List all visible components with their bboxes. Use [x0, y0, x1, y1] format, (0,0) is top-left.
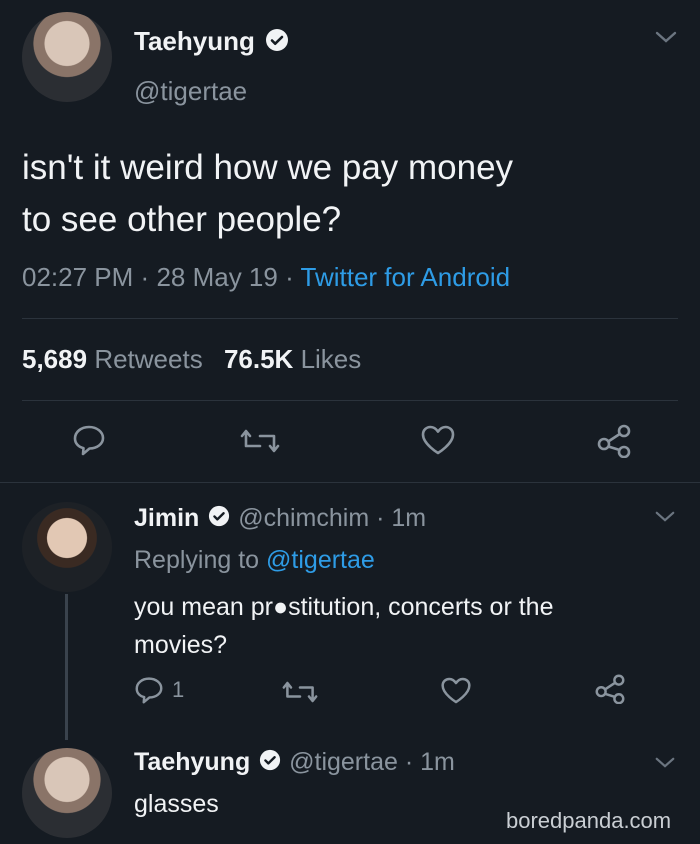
avatar-taehyung[interactable] [22, 12, 112, 102]
reply-count: 1 [172, 677, 185, 702]
verified-badge-icon [265, 28, 289, 57]
meta-separator: · [285, 262, 294, 292]
author-name[interactable]: Taehyung [134, 26, 255, 56]
divider [0, 482, 700, 483]
likes-label: Likes [300, 344, 362, 374]
tweet-source-link[interactable]: Twitter for Android [301, 262, 511, 292]
divider [22, 400, 678, 401]
author-handle-time[interactable]: @tigertae · 1m [289, 748, 455, 776]
tweet-date: 28 May 19 [156, 262, 278, 292]
author-name[interactable]: Jimin [134, 504, 199, 532]
likes-count: 76.5K [223, 344, 294, 374]
author-handle-time[interactable]: @chimchim · 1m [238, 504, 426, 532]
divider [22, 318, 678, 319]
author-handle[interactable]: @tigertae [134, 76, 247, 107]
reply-header: Jimin @chimchim · 1m [134, 504, 426, 535]
chevron-down-icon[interactable] [654, 30, 678, 44]
retweets-count: 5,689 [22, 344, 88, 374]
chevron-down-icon[interactable] [654, 510, 676, 523]
tweet-stats: 5,689 Retweets 76.5K Likes [22, 344, 361, 375]
like-heart-icon[interactable] [420, 424, 456, 456]
thread-line [65, 594, 68, 740]
author-name[interactable]: Taehyung [134, 748, 250, 776]
tweet-meta: 02:27 PM · 28 May 19 · Twitter for Andro… [22, 262, 510, 293]
chevron-down-icon[interactable] [654, 756, 676, 769]
reply-text-line: movies? [134, 631, 228, 659]
reply-icon[interactable]: 1 [134, 676, 184, 704]
reply-header: Taehyung @tigertae · 1m [134, 748, 455, 779]
like-heart-icon[interactable] [440, 676, 472, 705]
verified-badge-icon [259, 749, 281, 776]
share-icon[interactable] [594, 674, 626, 704]
reply-text: you mean pr●stitution, concerts or the m… [134, 588, 553, 664]
main-author-name-row[interactable]: Taehyung [134, 26, 289, 60]
retweets-stat[interactable]: 5,689 Retweets [22, 344, 210, 374]
tweet-text: isn't it weird how we pay money to see o… [22, 142, 513, 246]
avatar-jimin[interactable] [22, 502, 112, 592]
avatar-taehyung[interactable] [22, 748, 112, 838]
share-icon[interactable] [596, 424, 632, 458]
retweets-label: Retweets [94, 344, 203, 374]
reply-text-line: you mean pr●stitution, concerts or the [134, 593, 554, 621]
tweet-time: 02:27 PM [22, 262, 134, 292]
verified-badge-icon [208, 505, 230, 532]
watermark: boredpanda.com [506, 808, 672, 833]
replying-to: Replying to @tigertae [134, 546, 375, 575]
retweet-icon[interactable] [240, 428, 280, 454]
replying-to-handle-link[interactable]: @tigertae [266, 546, 375, 574]
meta-separator: · [140, 262, 150, 292]
reply-text: glasses [134, 790, 219, 818]
reply-icon[interactable] [72, 424, 106, 456]
tweet-text-line: isn't it weird how we pay money [22, 148, 514, 187]
tweet-text-line: to see other people? [22, 200, 342, 239]
replying-to-label: Replying to [134, 546, 260, 574]
likes-stat[interactable]: 76.5K Likes [224, 344, 361, 374]
retweet-icon[interactable] [282, 680, 318, 704]
